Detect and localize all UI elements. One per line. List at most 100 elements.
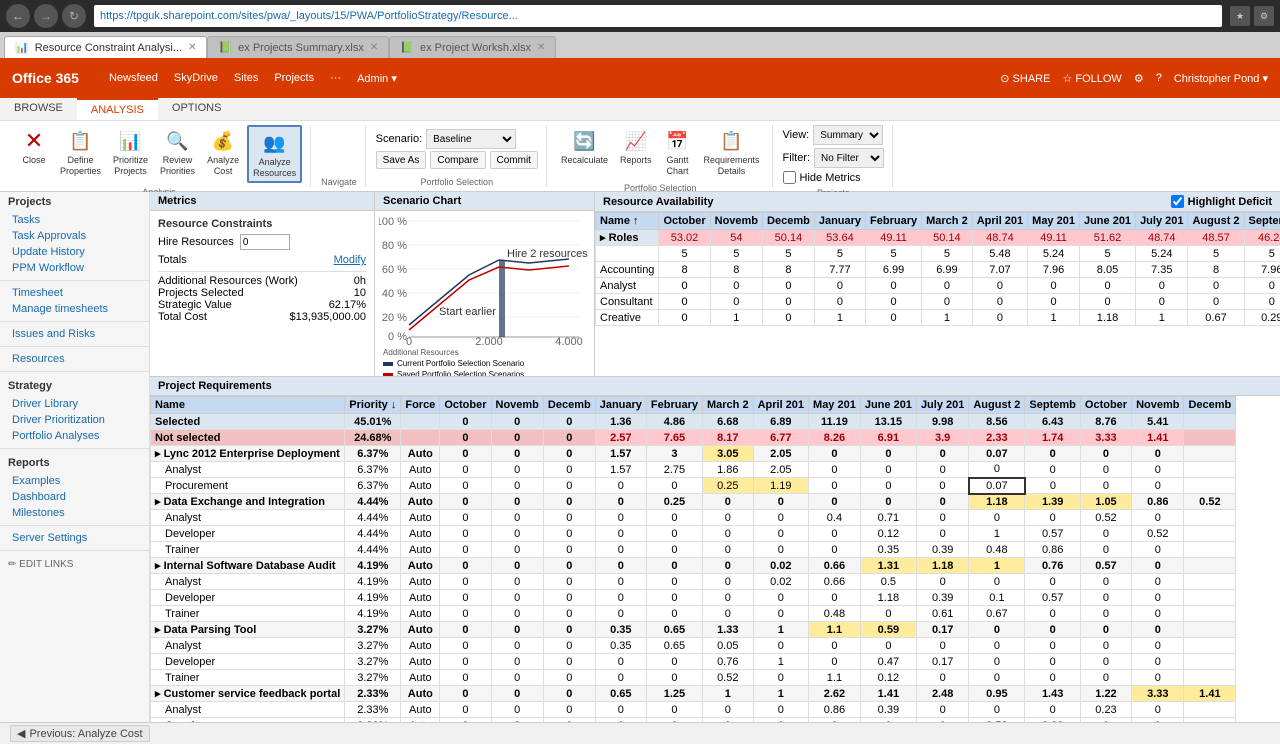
scenario-chart-panel: Scenario Chart 100 % 80 % 60 % 40 % 20 %… <box>375 192 595 376</box>
btn-commit[interactable]: Commit <box>490 151 538 169</box>
btn-review-priorities[interactable]: 🔍 ReviewPriorities <box>156 125 199 179</box>
o365-right: ⊙ SHARE ☆ FOLLOW ⚙ ? Christopher Pond ▾ <box>1000 72 1268 85</box>
nav-update-history[interactable]: Update History <box>0 244 149 260</box>
nav-manage-timesheets[interactable]: Manage timesheets <box>0 301 149 317</box>
nav-reports[interactable]: Reports <box>0 453 149 473</box>
nav-more[interactable]: ··· <box>330 72 341 85</box>
highlight-deficit-check[interactable]: Highlight Deficit <box>1171 195 1272 208</box>
nav-projects[interactable]: Projects <box>274 72 314 85</box>
status-bar: ◀ Previous: Analyze Cost <box>0 722 1280 744</box>
prioritize-icon: 📊 <box>117 127 145 155</box>
nav-strategy[interactable]: Strategy <box>0 376 149 396</box>
ra-row-roles: ▸ Roles 53.02 54 50.14 53.64 49.11 50.14… <box>596 230 1280 246</box>
tab-project-worksh[interactable]: 📗 ex Project Worksh.xlsx ✕ <box>389 36 556 58</box>
pr-table-wrapper[interactable]: Name Priority ↓ Force October Novemb Dec… <box>150 396 1280 722</box>
tab-analysis[interactable]: ANALYSIS <box>77 98 158 120</box>
review-icon: 🔍 <box>164 127 192 155</box>
forward-button[interactable]: → <box>34 4 58 28</box>
pr-row-dpt: ▸ Data Parsing Tool 3.27%Auto 000 0.350.… <box>151 622 1236 638</box>
star-icon[interactable]: ★ <box>1230 6 1250 26</box>
view-label: View: <box>783 129 810 141</box>
nav-examples[interactable]: Examples <box>0 473 149 489</box>
modify-link[interactable]: Modify <box>334 254 366 266</box>
nav-server-settings[interactable]: Server Settings <box>0 530 149 546</box>
define-icon: 📋 <box>67 127 95 155</box>
edit-links[interactable]: ✏ EDIT LINKS <box>0 555 149 574</box>
tab-close-0[interactable]: ✕ <box>188 42 196 53</box>
tab-close-1[interactable]: ✕ <box>370 42 378 53</box>
pr-name-header: Name <box>151 397 345 414</box>
back-button[interactable]: ← <box>6 4 30 28</box>
nav-newsfeed[interactable]: Newsfeed <box>109 72 158 85</box>
nav-milestones[interactable]: Milestones <box>0 505 149 521</box>
nav-task-approvals[interactable]: Task Approvals <box>0 228 149 244</box>
question-icon[interactable]: ? <box>1156 72 1162 84</box>
nav-driver-prioritization[interactable]: Driver Prioritization <box>0 412 149 428</box>
share-link[interactable]: ⊙ SHARE <box>1000 72 1050 85</box>
bottom-section: Project Requirements Name Priority ↓ For… <box>150 377 1280 722</box>
nav-sites[interactable]: Sites <box>234 72 258 85</box>
pr-row-csfp-analyst: Analyst 2.33%Auto 000 000 00.860.39 000 … <box>151 702 1236 718</box>
pr-row-isda-developer: Developer 4.19%Auto 000 000 001.18 0.390… <box>151 590 1236 606</box>
projects-selected-value: 10 <box>354 287 366 299</box>
btn-define-properties[interactable]: 📋 DefineProperties <box>56 125 105 179</box>
tab-resource-constraint[interactable]: 📊 Resource Constraint Analysi... ✕ <box>4 36 207 58</box>
nav-ppm-workflow[interactable]: PPM Workflow <box>0 260 149 276</box>
btn-recalculate[interactable]: 🔄 Recalculate <box>557 125 612 168</box>
browser-icons: ★ ⚙ <box>1230 6 1274 26</box>
btn-analyze-cost[interactable]: 💰 AnalyzeCost <box>203 125 243 179</box>
pr-row-dpt-trainer: Trainer 3.27%Auto 000 000.52 01.10.12 00… <box>151 670 1236 686</box>
settings-icon[interactable]: ⚙ <box>1134 72 1144 85</box>
btn-gantt-chart[interactable]: 📅 GanttChart <box>660 125 696 179</box>
hide-metrics-checkbox[interactable]: Hide Metrics <box>783 171 861 184</box>
svg-text:100 %: 100 % <box>379 216 407 228</box>
nav-timesheet[interactable]: Timesheet <box>0 285 149 301</box>
scenario-chart-svg: 100 % 80 % 60 % 40 % 20 % 0 % <box>379 215 589 345</box>
refresh-button[interactable]: ↻ <box>62 4 86 28</box>
btn-prioritize-projects[interactable]: 📊 PrioritizeProjects <box>109 125 152 179</box>
ra-row-accounting: Accounting 888 7.776.996.99 7.077.968.05… <box>596 262 1280 278</box>
btn-requirements-details[interactable]: 📋 RequirementsDetails <box>700 125 764 179</box>
tab-bar: 📊 Resource Constraint Analysi... ✕ 📗 ex … <box>0 32 1280 58</box>
user-menu[interactable]: Christopher Pond ▾ <box>1174 72 1268 85</box>
nav-issues-risks[interactable]: Issues and Risks <box>0 326 149 342</box>
ra-header: Resource Availability Highlight Deficit <box>595 192 1280 212</box>
metrics-content: Resource Constraints Hire Resources Tota… <box>150 211 374 376</box>
pr-row-isda-analyst: Analyst 4.19%Auto 000 000 0.020.660.5 00… <box>151 574 1236 590</box>
hide-metrics-input[interactable] <box>783 171 796 184</box>
nav-resources[interactable]: Resources <box>0 351 149 367</box>
scenario-select[interactable]: Baseline <box>426 129 516 149</box>
tab-browse[interactable]: BROWSE <box>0 98 77 120</box>
hire-resources-input[interactable] <box>240 234 290 250</box>
tab-close-2[interactable]: ✕ <box>537 42 545 53</box>
svg-text:Hire 2 resources: Hire 2 resources <box>507 248 588 260</box>
prev-icon: ◀ <box>17 727 25 740</box>
tab-options[interactable]: OPTIONS <box>158 98 236 120</box>
follow-link[interactable]: ☆ FOLLOW <box>1062 72 1121 85</box>
ra-table-wrapper[interactable]: Name ↑ October Novemb Decemb January Feb… <box>595 212 1280 376</box>
prev-button[interactable]: ◀ Previous: Analyze Cost <box>10 725 150 742</box>
prev-label: Previous: Analyze Cost <box>29 728 142 740</box>
nav-skydrive[interactable]: SkyDrive <box>174 72 218 85</box>
btn-reports[interactable]: 📈 Reports <box>616 125 656 168</box>
svg-text:Start earlier: Start earlier <box>439 306 496 318</box>
pr-row-dpt-developer: Developer 3.27%Auto 000 000.76 100.47 0.… <box>151 654 1236 670</box>
btn-close[interactable]: ✕ Close <box>16 125 52 168</box>
nav-driver-library[interactable]: Driver Library <box>0 396 149 412</box>
btn-save-as[interactable]: Save As <box>376 151 427 169</box>
btn-analyze-resources[interactable]: 👥 AnalyzeResources <box>247 125 302 183</box>
filter-select[interactable]: No Filter <box>814 148 884 168</box>
nav-dashboard[interactable]: Dashboard <box>0 489 149 505</box>
address-bar[interactable]: https://tpguk.sharepoint.com/sites/pwa/_… <box>94 5 1222 27</box>
settings-icon[interactable]: ⚙ <box>1254 6 1274 26</box>
nav-admin[interactable]: Admin ▾ <box>357 72 397 85</box>
nav-projects[interactable]: Projects <box>0 192 149 212</box>
content-area: Metrics Resource Constraints Hire Resour… <box>150 192 1280 722</box>
nav-portfolio-analyses[interactable]: Portfolio Analyses <box>0 428 149 444</box>
chart-area: 100 % 80 % 60 % 40 % 20 % 0 % <box>375 211 594 376</box>
tab-projects-summary[interactable]: 📗 ex Projects Summary.xlsx ✕ <box>207 36 389 58</box>
totals-label: Totals <box>158 254 187 266</box>
nav-tasks[interactable]: Tasks <box>0 212 149 228</box>
btn-compare[interactable]: Compare <box>430 151 485 169</box>
view-select[interactable]: Summary <box>813 125 883 145</box>
